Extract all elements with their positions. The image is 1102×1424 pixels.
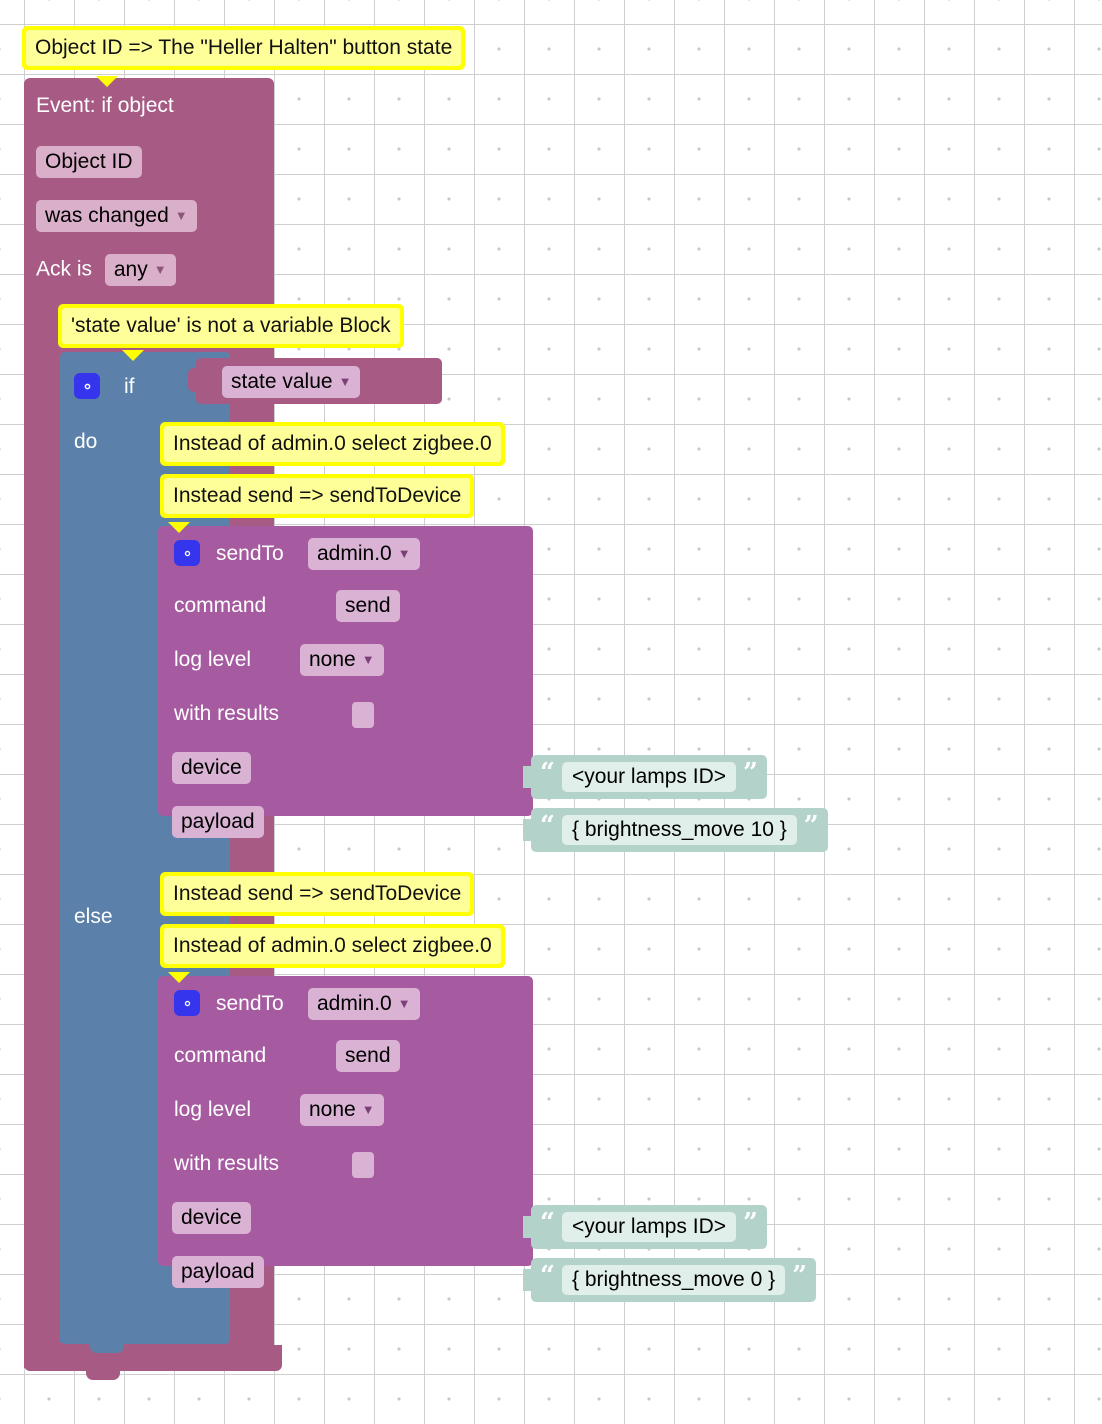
command-label: command	[174, 594, 267, 617]
payload-text-block-else[interactable]: “ { brightness_move 0 } ”	[523, 1258, 817, 1302]
device-label: device	[172, 1202, 251, 1234]
sendto-instance-dropdown[interactable]: admin.0 ▼	[308, 988, 420, 1020]
event-condition-row: was changed ▼	[36, 200, 197, 232]
event-title: Event: if object	[36, 94, 174, 117]
sendto-label: sendTo	[216, 542, 284, 565]
quote-open-icon: “	[540, 1261, 555, 1291]
do-comment-text-1: Instead of admin.0 select zigbee.0	[164, 426, 501, 462]
value-connector	[523, 1269, 532, 1291]
with-results-label: with results	[174, 702, 280, 725]
payload-text-field[interactable]: { brightness_move 0 }	[561, 1265, 786, 1295]
quote-close-icon: ”	[803, 811, 819, 841]
top-comment-tail	[96, 76, 118, 87]
quote-close-icon: ”	[743, 1208, 759, 1238]
sendto-label: sendTo	[216, 992, 284, 1015]
if-comment-text: 'state value' is not a variable Block	[62, 308, 400, 344]
if-block-notch	[90, 1344, 124, 1353]
device-text-block-else[interactable]: “ <your lamps ID> ”	[523, 1205, 768, 1249]
quote-open-icon: “	[540, 758, 555, 788]
send-to-device-block-do[interactable]: sendTo admin.0 ▼ command send log level n…	[158, 526, 533, 838]
event-block-foot	[24, 1345, 282, 1371]
event-object-id-row: Object ID	[36, 146, 142, 178]
payload-text-field[interactable]: { brightness_move 10 }	[561, 815, 797, 845]
if-label: if	[124, 375, 135, 398]
else-comment-tail	[168, 972, 190, 983]
chevron-down-icon: ▼	[397, 996, 411, 1011]
condition-dropdown-label: was changed	[45, 204, 169, 227]
if-comment-bubble[interactable]: 'state value' is not a variable Block	[58, 304, 404, 348]
payload-label: payload	[172, 1256, 264, 1288]
device-label: device	[172, 752, 251, 784]
chevron-down-icon: ▼	[397, 546, 411, 561]
gear-icon[interactable]	[74, 373, 100, 399]
command-label: command	[174, 1044, 267, 1067]
log-level-label: log level	[174, 648, 252, 671]
device-text-block-do[interactable]: “ <your lamps ID> ”	[523, 755, 768, 799]
do-comment-bubble-2[interactable]: Instead send => sendToDevice	[160, 474, 475, 518]
chevron-down-icon: ▼	[338, 374, 352, 389]
quote-open-icon: “	[540, 1208, 555, 1238]
event-ack-row: Ack is any ▼	[36, 254, 176, 286]
log-level-value: none	[309, 1098, 356, 1121]
state-value-label: state value	[231, 370, 333, 393]
else-comment-text-1: Instead send => sendToDevice	[164, 876, 471, 912]
command-field[interactable]: send	[336, 1040, 400, 1072]
do-label: do	[74, 430, 98, 453]
chevron-down-icon: ▼	[153, 262, 167, 277]
with-results-checkbox[interactable]	[352, 702, 374, 728]
else-comment-bubble-2[interactable]: Instead of admin.0 select zigbee.0	[160, 924, 505, 968]
state-value-dropdown[interactable]: state value ▼	[222, 366, 361, 398]
device-text-field[interactable]: <your lamps ID>	[561, 762, 737, 792]
chevron-down-icon: ▼	[174, 208, 188, 223]
payload-text-block-do[interactable]: “ { brightness_move 10 } ”	[523, 808, 828, 852]
value-connector	[523, 766, 532, 788]
if-condition-block[interactable]: state value ▼	[188, 358, 442, 404]
top-comment-text: Object ID => The "Heller Halten" button …	[26, 30, 462, 66]
do-comment-bubble-1[interactable]: Instead of admin.0 select zigbee.0	[160, 422, 505, 466]
sendto-instance-label: admin.0	[317, 542, 392, 565]
if-block-foot	[60, 1300, 230, 1344]
log-level-value: none	[309, 648, 356, 671]
log-level-dropdown[interactable]: none ▼	[300, 644, 384, 676]
gear-icon[interactable]	[174, 540, 200, 566]
else-comment-bubble-1[interactable]: Instead send => sendToDevice	[160, 872, 475, 916]
gear-icon[interactable]	[174, 990, 200, 1016]
else-comment-text-2: Instead of admin.0 select zigbee.0	[164, 928, 501, 964]
quote-close-icon: ”	[743, 758, 759, 788]
do-comment-text-2: Instead send => sendToDevice	[164, 478, 471, 514]
device-text-field[interactable]: <your lamps ID>	[561, 1212, 737, 1242]
top-comment-bubble[interactable]: Object ID => The "Heller Halten" button …	[22, 26, 466, 70]
blockly-workspace[interactable]: Object ID => The "Heller Halten" button …	[0, 0, 1102, 1424]
chevron-down-icon: ▼	[361, 1102, 375, 1117]
value-connector	[523, 1216, 532, 1238]
condition-dropdown[interactable]: was changed ▼	[36, 200, 197, 232]
send-to-device-block-else[interactable]: sendTo admin.0 ▼ command send log level n…	[158, 976, 533, 1288]
sendto-instance-label: admin.0	[317, 992, 392, 1015]
payload-label: payload	[172, 806, 264, 838]
object-id-field[interactable]: Object ID	[36, 146, 142, 178]
chevron-down-icon: ▼	[361, 652, 375, 667]
ack-dropdown[interactable]: any ▼	[104, 254, 176, 286]
else-label: else	[74, 905, 113, 928]
ack-label: Ack is	[36, 257, 93, 281]
do-comment-tail	[168, 522, 190, 533]
quote-close-icon: ”	[792, 1261, 808, 1291]
quote-open-icon: “	[540, 811, 555, 841]
with-results-label: with results	[174, 1152, 280, 1175]
log-level-label: log level	[174, 1098, 252, 1121]
if-comment-tail	[122, 350, 144, 361]
event-block-notch	[86, 1371, 120, 1380]
with-results-checkbox[interactable]	[352, 1152, 374, 1178]
sendto-instance-dropdown[interactable]: admin.0 ▼	[308, 538, 420, 570]
log-level-dropdown[interactable]: none ▼	[300, 1094, 384, 1126]
value-connector	[523, 819, 532, 841]
command-field[interactable]: send	[336, 590, 400, 622]
value-connector	[188, 368, 197, 392]
ack-dropdown-label: any	[113, 258, 148, 281]
